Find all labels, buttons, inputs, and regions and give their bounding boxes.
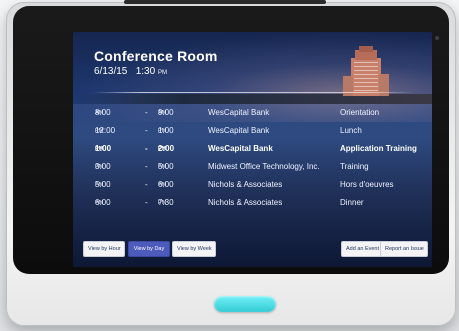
event-row[interactable]: 8:00 AM - 9:00 AM WesCapital Bank Orient… bbox=[73, 106, 432, 120]
tablet-top-edge bbox=[124, 0, 326, 4]
event-type: Training bbox=[340, 162, 369, 171]
event-row[interactable]: 6:00 PM - 7:30 PM Nichols & Associates D… bbox=[73, 196, 432, 210]
event-type: Hors d'oeuvres bbox=[340, 180, 394, 189]
event-organizer: Nichols & Associates bbox=[208, 180, 283, 189]
home-button[interactable] bbox=[214, 296, 276, 312]
event-row[interactable]: 5:00 PM - 6:00 PM Nichols & Associates H… bbox=[73, 178, 432, 192]
event-row[interactable]: 3:00 PM - 5:00 PM Midwest Office Technol… bbox=[73, 160, 432, 174]
event-type: Orientation bbox=[340, 108, 380, 117]
room-title: Conference Room bbox=[94, 48, 218, 64]
hotel-building-image bbox=[341, 46, 391, 96]
view-by-week-button[interactable]: View by Week bbox=[172, 241, 216, 257]
view-by-hour-button[interactable]: View by Hour bbox=[83, 241, 125, 257]
event-row-current[interactable]: 1:00 PM - 2:00 PM WesCapital Bank Applic… bbox=[73, 142, 432, 156]
add-event-button[interactable]: Add an Event bbox=[341, 241, 383, 257]
report-issue-button[interactable]: Report an Issue bbox=[380, 241, 428, 257]
camera-icon bbox=[435, 36, 439, 40]
event-row[interactable]: 12:00 PM - 1:00 PM WesCapital Bank Lunch bbox=[73, 124, 432, 138]
event-type: Application Training bbox=[340, 144, 417, 153]
current-datetime: 6/13/15 1:30 PM bbox=[94, 66, 167, 77]
tablet-bezel: Conference Room 6/13/15 1:30 PM 8:00 AM … bbox=[13, 6, 449, 274]
event-organizer: Midwest Office Technology, Inc. bbox=[208, 162, 320, 171]
tablet-device: Conference Room 6/13/15 1:30 PM 8:00 AM … bbox=[6, 0, 456, 326]
event-organizer: WesCapital Bank bbox=[208, 126, 270, 135]
event-organizer: WesCapital Bank bbox=[208, 144, 273, 153]
time-separator: - bbox=[145, 180, 148, 189]
time-separator: - bbox=[145, 162, 148, 171]
event-type: Lunch bbox=[340, 126, 362, 135]
event-type: Dinner bbox=[340, 198, 364, 207]
header-divider bbox=[93, 92, 413, 93]
tablet-chin bbox=[13, 274, 449, 324]
time-separator: - bbox=[145, 144, 148, 153]
current-time-suffix: PM bbox=[157, 70, 167, 76]
event-organizer: Nichols & Associates bbox=[208, 198, 283, 207]
time-separator: - bbox=[145, 126, 148, 135]
time-separator: - bbox=[145, 198, 148, 207]
current-time: 1:30 bbox=[135, 66, 156, 77]
view-by-day-button[interactable]: View by Day bbox=[128, 241, 170, 257]
time-separator: - bbox=[145, 108, 148, 117]
event-organizer: WesCapital Bank bbox=[208, 108, 270, 117]
current-date: 6/13/15 bbox=[94, 66, 128, 77]
display-screen: Conference Room 6/13/15 1:30 PM 8:00 AM … bbox=[73, 32, 432, 267]
